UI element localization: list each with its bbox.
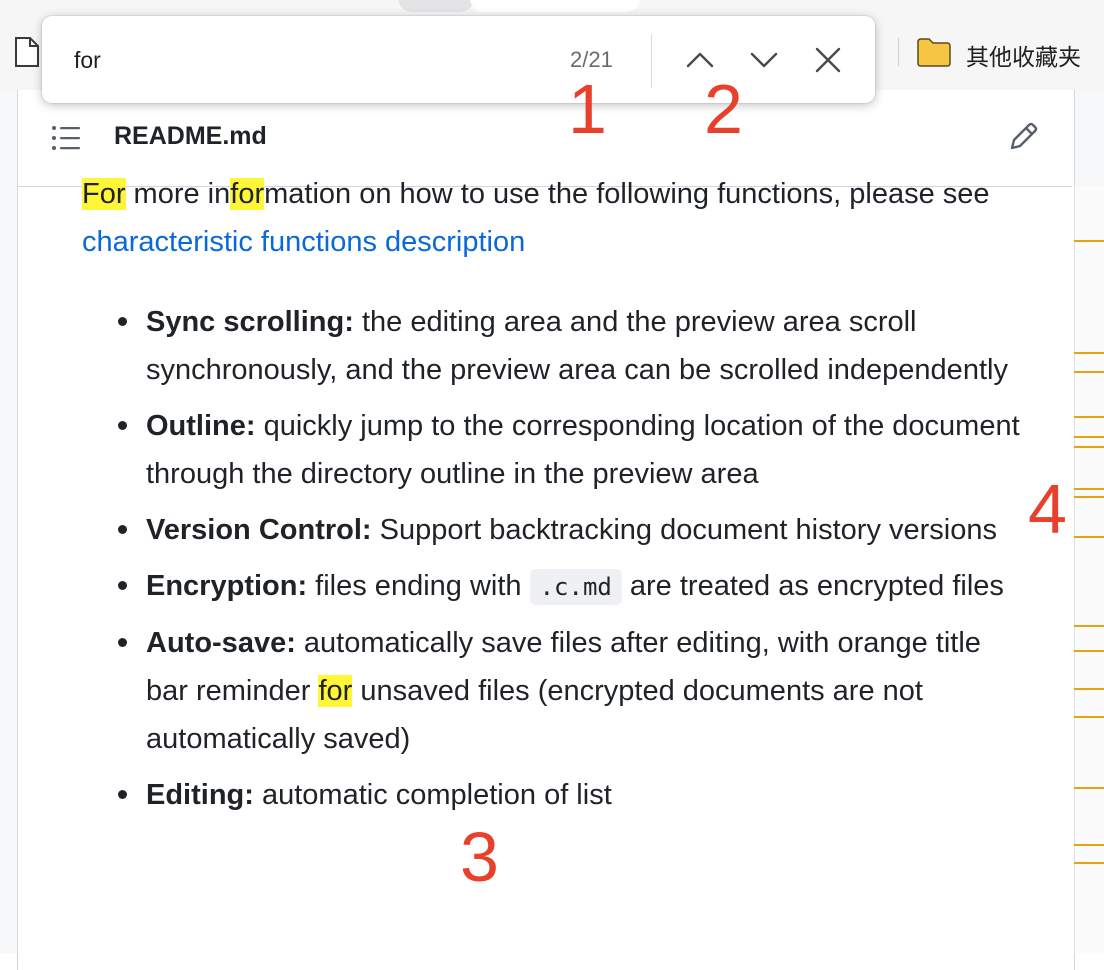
- file-name: README.md: [114, 122, 267, 150]
- feature-list: Sync scrolling: the editing area and the…: [118, 298, 1026, 827]
- find-separator: [651, 34, 652, 88]
- close-find-button[interactable]: [808, 40, 848, 80]
- feature-text: Support backtracking document history ve…: [371, 514, 997, 546]
- scrollbar-match-marker[interactable]: [1074, 352, 1104, 354]
- scrollbar-match-marker[interactable]: [1074, 240, 1104, 242]
- scrollbar-match-marker[interactable]: [1074, 650, 1104, 652]
- list-item: Version Control: Support backtracking do…: [118, 506, 1026, 554]
- chevron-down-icon: [750, 52, 778, 68]
- search-match-current: For: [82, 178, 126, 210]
- scrollbar-match-marker[interactable]: [1074, 688, 1104, 690]
- page-icon[interactable]: [14, 36, 40, 68]
- active-tab-stub[interactable]: [470, 0, 640, 12]
- list-icon[interactable]: [50, 124, 82, 152]
- tab-stub[interactable]: [398, 0, 474, 12]
- feature-text: quickly jump to the corresponding locati…: [146, 410, 1020, 490]
- feature-text: automatic completion of list: [253, 779, 612, 811]
- scrollbar-match-marker[interactable]: [1074, 787, 1104, 789]
- find-input[interactable]: [74, 38, 534, 82]
- feature-term: Version Control:: [146, 514, 372, 546]
- intro-text: more in: [125, 178, 231, 210]
- annotation-2: 2: [704, 70, 743, 148]
- characteristic-functions-link[interactable]: characteristic functions description: [82, 226, 525, 258]
- feature-text: files ending with: [307, 570, 530, 602]
- intro-text: mation on how to use the following funct…: [264, 178, 990, 210]
- scrollbar-match-marker[interactable]: [1074, 416, 1104, 418]
- annotation-3: 3: [460, 818, 499, 896]
- scrollbar-match-marker[interactable]: [1074, 436, 1104, 438]
- feature-term: Editing:: [146, 779, 254, 811]
- search-match: for: [230, 178, 265, 210]
- feature-term: Encryption:: [146, 570, 308, 602]
- annotation-1: 1: [568, 70, 607, 148]
- feature-term: Outline:: [146, 410, 256, 442]
- list-item: Outline: quickly jump to the correspondi…: [118, 402, 1026, 498]
- feature-term: Sync scrolling:: [146, 306, 354, 338]
- scrollbar-match-marker[interactable]: [1074, 536, 1104, 538]
- annotation-4: 4: [1028, 470, 1067, 548]
- next-match-button[interactable]: [744, 40, 784, 80]
- inline-code: .c.md: [529, 569, 622, 605]
- list-item: Sync scrolling: the editing area and the…: [118, 298, 1026, 394]
- list-item: Auto-save: automatically save files afte…: [118, 619, 1026, 763]
- scrollbar-match-marker[interactable]: [1074, 496, 1104, 498]
- intro-paragraph: For more information on how to use the f…: [82, 170, 1012, 266]
- bookmarks-folder-label[interactable]: 其他收藏夹: [966, 38, 1081, 72]
- list-item: Encryption: files ending with .c.md are …: [118, 562, 1026, 611]
- feature-text: are treated as encrypted files: [621, 570, 1004, 602]
- scrollbar-match-marker[interactable]: [1074, 625, 1104, 627]
- scrollbar-match-marker[interactable]: [1074, 716, 1104, 718]
- list-item: Editing: automatic completion of list: [118, 771, 1026, 819]
- bookmark-separator: [898, 38, 899, 66]
- feature-term: Auto-save:: [146, 627, 296, 659]
- scrollbar-match-marker[interactable]: [1074, 371, 1104, 373]
- scrollbar-match-marker[interactable]: [1074, 488, 1104, 490]
- search-match: for: [318, 675, 353, 707]
- scrollbar[interactable]: [1074, 186, 1104, 954]
- close-icon: [815, 47, 841, 73]
- pencil-icon[interactable]: [1006, 120, 1040, 154]
- scrollbar-match-marker[interactable]: [1074, 862, 1104, 864]
- scrollbar-match-marker[interactable]: [1074, 446, 1104, 448]
- scrollbar-match-marker[interactable]: [1074, 844, 1104, 846]
- folder-icon[interactable]: [916, 36, 952, 68]
